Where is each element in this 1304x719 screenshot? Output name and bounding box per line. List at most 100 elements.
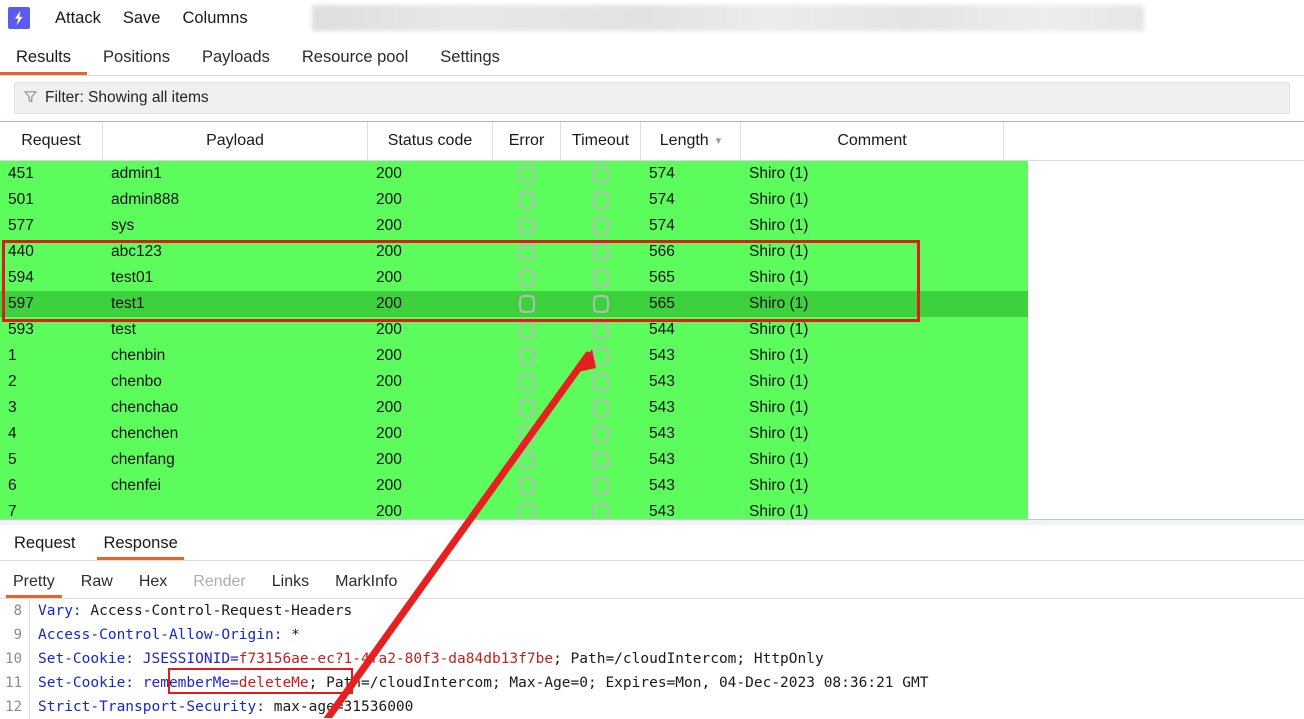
cell-comment: Shiro (1) [749,191,809,208]
timeout-checkbox[interactable] [593,269,609,287]
cell-payload: admin1 [111,165,162,182]
column-header-filler [1004,122,1280,160]
table-row[interactable]: 3 chenchao 200 543 Shiro (1) [0,395,1028,421]
tab-response[interactable]: Response [89,534,191,560]
column-header-length-label: Length [659,132,709,149]
table-row[interactable]: 501 admin888 200 574 Shiro (1) [0,187,1028,213]
timeout-checkbox[interactable] [593,451,609,469]
error-checkbox[interactable] [519,451,535,469]
table-row[interactable]: 5 chenfang 200 543 Shiro (1) [0,447,1028,473]
table-row[interactable]: 597 test1 200 565 Shiro (1) [0,291,1028,317]
table-row[interactable]: 451 admin1 200 574 Shiro (1) [0,161,1028,187]
column-header-timeout[interactable]: Timeout [561,122,641,160]
tab-payloads[interactable]: Payloads [186,48,286,75]
tab-positions[interactable]: Positions [87,48,186,75]
timeout-checkbox[interactable] [593,243,609,261]
view-tab-render: Render [193,573,246,590]
table-row[interactable]: 6 chenfei 200 543 Shiro (1) [0,473,1028,499]
cell-length: 543 [649,347,675,364]
cell-length: 544 [649,321,675,338]
view-tab-raw[interactable]: Raw [68,573,126,598]
cell-error [493,291,561,317]
tab-results[interactable]: Results [0,48,88,75]
table-row[interactable]: 7 200 543 Shiro (1) [0,499,1028,520]
timeout-checkbox[interactable] [593,503,609,520]
timeout-checkbox[interactable] [593,399,609,417]
timeout-checkbox[interactable] [593,165,609,183]
error-checkbox[interactable] [519,399,535,417]
table-row[interactable]: 593 test 200 544 Shiro (1) [0,317,1028,343]
error-checkbox[interactable] [519,373,535,391]
timeout-checkbox[interactable] [593,425,609,443]
cookie-name: JSESSIONID= [134,651,239,667]
table-row[interactable]: 440 abc123 200 566 Shiro (1) [0,239,1028,265]
error-checkbox[interactable] [519,477,535,495]
timeout-checkbox[interactable] [593,347,609,365]
timeout-checkbox[interactable] [593,295,609,313]
cell-status-code: 200 [376,269,402,286]
cell-timeout [561,369,641,395]
tab-resource-pool[interactable]: Resource pool [286,48,424,75]
column-header-request[interactable]: Request [0,122,103,160]
cell-request: 451 [8,165,34,182]
menu-attack[interactable]: Attack [44,1,112,35]
error-checkbox[interactable] [519,269,535,287]
cell-comment: Shiro (1) [749,217,809,234]
cell-length: 543 [649,399,675,416]
error-checkbox[interactable] [519,425,535,443]
tab-request[interactable]: Request [0,534,89,560]
error-checkbox[interactable] [519,295,535,313]
column-header-error[interactable]: Error [493,122,561,160]
table-row[interactable]: 4 chenchen 200 543 Shiro (1) [0,421,1028,447]
error-checkbox[interactable] [519,165,535,183]
error-checkbox[interactable] [519,503,535,520]
cell-status-code: 200 [376,217,402,234]
column-header-payload[interactable]: Payload [103,122,368,160]
menu-save[interactable]: Save [112,1,172,35]
cell-timeout [561,317,641,343]
cell-request: 3 [8,399,17,416]
cell-timeout [561,499,641,520]
column-header-length[interactable]: Length ▾ [641,122,741,160]
timeout-checkbox[interactable] [593,373,609,391]
error-checkbox[interactable] [519,347,535,365]
cell-comment: Shiro (1) [749,243,809,260]
response-line-text: Set-Cookie: rememberMe=deleteMe; Path=/c… [30,671,928,695]
cell-error [493,421,561,447]
column-header-status-code[interactable]: Status code [368,122,493,160]
error-checkbox[interactable] [519,321,535,339]
cell-comment: Shiro (1) [749,425,809,442]
response-line: 12 Strict-Transport-Security: max-age=315… [0,695,1304,719]
table-row[interactable]: 594 test01 200 565 Shiro (1) [0,265,1028,291]
cell-payload: chenfang [111,451,175,468]
timeout-checkbox[interactable] [593,191,609,209]
view-tab-hex[interactable]: Hex [126,573,180,598]
timeout-checkbox[interactable] [593,217,609,235]
table-row[interactable]: 1 chenbin 200 543 Shiro (1) [0,343,1028,369]
table-row[interactable]: 2 chenbo 200 543 Shiro (1) [0,369,1028,395]
cell-timeout [561,473,641,499]
error-checkbox[interactable] [519,243,535,261]
filter-button[interactable]: Filter: Showing all items [14,82,1290,114]
http-response-viewer[interactable]: 8 Vary: Access-Control-Request-Headers 9 Ac… [0,599,1304,719]
column-header-comment[interactable]: Comment [741,122,1004,160]
error-checkbox[interactable] [519,191,535,209]
cell-comment: Shiro (1) [749,321,809,338]
response-line: 10 Set-Cookie: JSESSIONID=f73156ae-ec?1-4… [0,647,1304,671]
cell-error [493,369,561,395]
view-tab-links[interactable]: Links [259,573,322,598]
view-tab-markinfo[interactable]: MarkInfo [322,573,410,598]
timeout-checkbox[interactable] [593,321,609,339]
tab-settings[interactable]: Settings [424,48,516,75]
table-row[interactable]: 577 sys 200 574 Shiro (1) [0,213,1028,239]
cell-timeout [561,395,641,421]
view-tab-pretty[interactable]: Pretty [0,573,68,598]
timeout-checkbox[interactable] [593,477,609,495]
error-checkbox[interactable] [519,217,535,235]
header-value: ; Path=/cloudIntercom; Max-Age=0; Expire… [308,675,929,691]
cell-comment: Shiro (1) [749,165,809,182]
cell-length: 574 [649,217,675,234]
menu-columns[interactable]: Columns [171,1,258,35]
funnel-filter-icon [23,89,45,108]
cell-payload: test01 [111,269,154,286]
